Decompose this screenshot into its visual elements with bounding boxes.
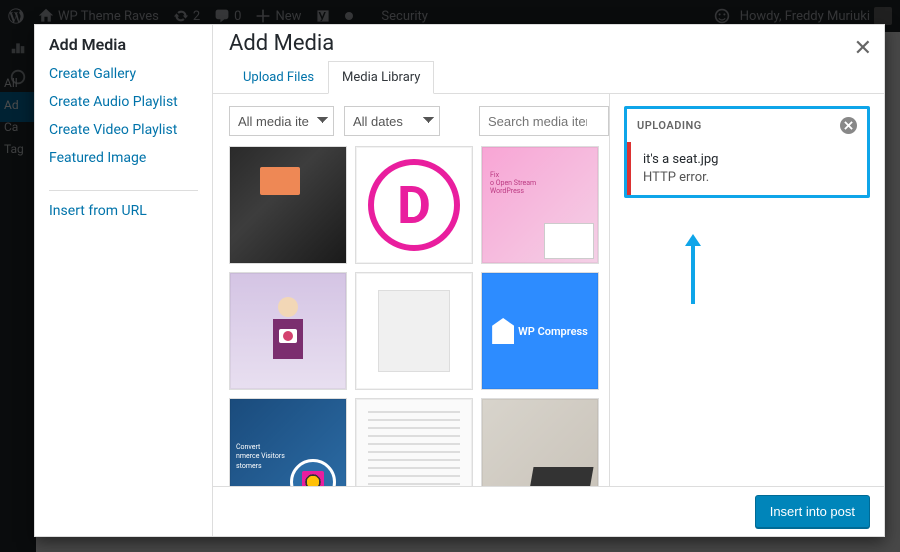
uploading-heading: UPLOADING: [637, 119, 702, 132]
menu-create-video-playlist[interactable]: Create Video Playlist: [49, 116, 198, 144]
insert-into-post-button[interactable]: Insert into post: [755, 495, 870, 528]
close-icon: [844, 121, 853, 130]
attachments-browser: All media items All dates D Fixo Open St…: [213, 94, 609, 536]
media-frame-menu: Add Media Create Gallery Create Audio Pl…: [35, 25, 213, 536]
thumb-illustration: [544, 223, 594, 259]
filter-type-select[interactable]: All media items: [229, 106, 334, 136]
close-button[interactable]: ✕: [854, 36, 872, 61]
attachment-thumb[interactable]: [355, 272, 473, 390]
yoast-illustration-icon: [253, 289, 323, 374]
menu-insert-from-url[interactable]: Insert from URL: [49, 197, 198, 225]
thumb-caption: Fixo Open StreamWordPress: [490, 171, 536, 195]
upload-status-panel: UPLOADING it's a seat.jpg HTTP error.: [624, 106, 870, 198]
thumb-label: WP Compress: [518, 325, 588, 338]
media-toolbar-filters: All media items All dates: [229, 106, 609, 136]
thumb-letter: D: [397, 175, 431, 236]
media-modal: ✕ Add Media Create Gallery Create Audio …: [34, 24, 885, 537]
media-frame-content: Add Media Upload Files Media Library All…: [213, 25, 884, 536]
filter-date-select[interactable]: All dates: [344, 106, 440, 136]
media-sidebar: UPLOADING it's a seat.jpg HTTP error.: [609, 94, 884, 536]
annotation-arrow: [691, 244, 695, 304]
attachment-thumb[interactable]: [229, 146, 347, 264]
menu-separator: [49, 190, 198, 191]
frame-title: Add Media: [213, 25, 884, 60]
menu-create-gallery[interactable]: Create Gallery: [49, 60, 198, 88]
upload-error-item: it's a seat.jpg HTTP error.: [627, 142, 867, 195]
tab-upload-files[interactable]: Upload Files: [229, 61, 328, 94]
menu-featured-image[interactable]: Featured Image: [49, 144, 198, 172]
media-toolbar-footer: Insert into post: [213, 486, 884, 536]
media-menu-title: Add Media: [49, 35, 198, 54]
search-input[interactable]: [479, 106, 609, 136]
attachment-thumb[interactable]: Fixo Open StreamWordPress: [481, 146, 599, 264]
upload-error-message: HTTP error.: [643, 170, 855, 185]
media-router-tabs: Upload Files Media Library: [213, 60, 884, 94]
attachment-thumb[interactable]: D: [355, 146, 473, 264]
tab-media-library[interactable]: Media Library: [328, 61, 434, 94]
thumb-caption: Convertnmerce Visitorsstomers: [236, 443, 285, 470]
attachments-grid[interactable]: D Fixo Open StreamWordPress WP Compress: [229, 146, 609, 524]
attachment-thumb[interactable]: WP Compress: [481, 272, 599, 390]
menu-create-audio-playlist[interactable]: Create Audio Playlist: [49, 88, 198, 116]
attachment-thumb[interactable]: [229, 272, 347, 390]
upload-error-filename: it's a seat.jpg: [643, 152, 855, 167]
dismiss-errors-button[interactable]: [840, 117, 857, 134]
